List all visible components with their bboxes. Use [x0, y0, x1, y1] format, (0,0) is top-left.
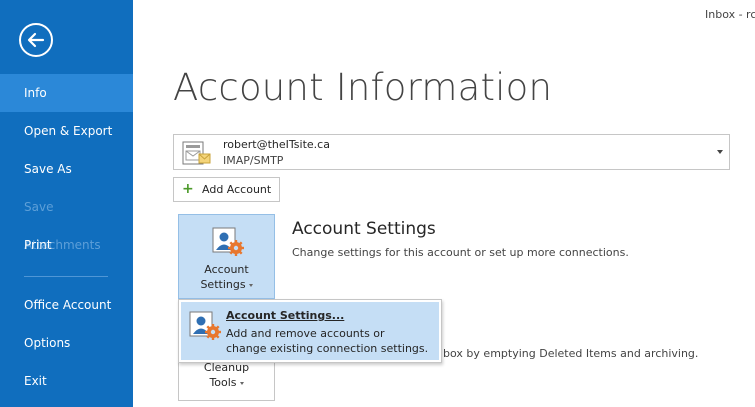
nav-divider	[24, 276, 108, 277]
mailbox-cleanup-description: lbox by emptying Deleted Items and archi…	[440, 347, 699, 360]
nav-item-print[interactable]: Print	[0, 226, 133, 264]
nav-item-open-export[interactable]: Open & Export	[0, 112, 133, 150]
account-type: IMAP/SMTP	[223, 154, 284, 167]
arrow-left-icon	[27, 32, 45, 48]
account-settings-menu: Account Settings... Add and remove accou…	[178, 299, 442, 363]
account-settings-icon	[189, 311, 221, 340]
backstage-sidebar: Info Open & Export Save As Save Attachme…	[0, 0, 133, 407]
back-button[interactable]	[19, 23, 53, 57]
account-settings-line2: Settings	[200, 278, 246, 291]
chevron-down-icon	[239, 381, 244, 385]
email-account-icon	[182, 141, 211, 165]
account-settings-description: Change settings for this account or set …	[292, 246, 629, 259]
nav-item-save-attachments: Save Attachments	[24, 200, 101, 252]
menu-item-desc-line1: Add and remove accounts or	[226, 327, 385, 340]
nav-item-info[interactable]: Info	[0, 74, 133, 112]
menu-item-title: Account Settings...	[226, 309, 345, 322]
nav-item-office-account[interactable]: Office Account	[0, 286, 133, 324]
chevron-down-icon	[248, 283, 253, 287]
nav-item-options[interactable]: Options	[0, 324, 133, 362]
add-account-button[interactable]: + Add Account	[173, 177, 280, 202]
cleanup-line2: Tools	[209, 376, 237, 389]
plus-icon: +	[182, 181, 194, 197]
nav-item-exit[interactable]: Exit	[0, 362, 133, 400]
nav-item-save-as[interactable]: Save As	[0, 150, 133, 188]
window-title: Inbox - rc	[705, 8, 755, 21]
account-settings-line1: Account	[204, 263, 249, 276]
page-title: Account Information	[173, 66, 553, 109]
account-settings-icon	[212, 227, 244, 256]
account-settings-button[interactable]: Account Settings	[178, 214, 275, 299]
menu-item-desc-line2: change existing connection settings.	[226, 342, 429, 355]
account-selector[interactable]: robert@theITsite.ca IMAP/SMTP	[173, 134, 730, 170]
account-settings-title: Account Settings	[292, 219, 436, 239]
add-account-label: Add Account	[202, 183, 272, 196]
chevron-down-icon	[717, 150, 723, 154]
account-email: robert@theITsite.ca	[223, 138, 330, 151]
menu-item-account-settings[interactable]: Account Settings... Add and remove accou…	[181, 302, 439, 360]
